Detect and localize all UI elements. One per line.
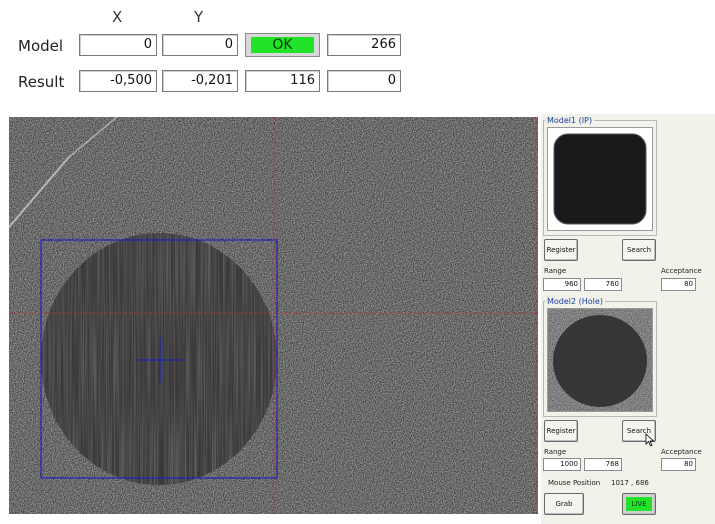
status-ok-label: OK bbox=[251, 37, 314, 53]
live-button[interactable]: LIVE bbox=[622, 493, 656, 515]
mouse-position-value: 1017 , 686 bbox=[611, 479, 649, 487]
model1-search-button[interactable]: Search bbox=[622, 239, 656, 261]
model1-acceptance-label: Acceptance bbox=[661, 267, 702, 275]
live-indicator: LIVE bbox=[626, 497, 652, 511]
model1-range-label: Range bbox=[544, 267, 567, 275]
model2-range-label: Range bbox=[544, 448, 567, 456]
model1-thumbnail bbox=[547, 127, 653, 231]
model2-register-button[interactable]: Register bbox=[544, 420, 578, 442]
result-value-field[interactable]: 0 bbox=[327, 70, 401, 92]
model2-thumbnail bbox=[547, 308, 653, 412]
mouse-position-label: Mouse Position bbox=[548, 479, 601, 487]
model-value-field[interactable]: 266 bbox=[327, 34, 401, 56]
model1-range-max[interactable]: 760 bbox=[584, 278, 622, 291]
result-x-field[interactable]: -0,500 bbox=[79, 70, 157, 92]
model1-register-button[interactable]: Register bbox=[544, 239, 578, 261]
grab-button[interactable]: Grab bbox=[544, 493, 584, 515]
camera-image bbox=[9, 117, 538, 514]
model1-range-min[interactable]: 960 bbox=[543, 278, 581, 291]
x-column-header: X bbox=[112, 8, 123, 26]
status-indicator: OK bbox=[245, 33, 320, 57]
model1-title: Model1 (IP) bbox=[545, 116, 595, 125]
result-score-field[interactable]: 116 bbox=[245, 70, 320, 92]
camera-image-viewer[interactable] bbox=[9, 117, 538, 514]
model2-acceptance-field[interactable]: 80 bbox=[661, 458, 696, 471]
result-y-field[interactable]: -0,201 bbox=[162, 70, 238, 92]
y-column-header: Y bbox=[194, 8, 204, 26]
model2-range-max[interactable]: 768 bbox=[584, 458, 622, 471]
result-row-label: Result bbox=[18, 73, 65, 91]
mouse-cursor-icon bbox=[645, 433, 655, 447]
model-y-field[interactable]: 0 bbox=[162, 34, 238, 56]
model2-title: Model2 (Hole) bbox=[545, 297, 605, 306]
model1-acceptance-field[interactable]: 80 bbox=[661, 278, 696, 291]
control-panel: Model1 (IP) Register Search Range Accept… bbox=[541, 114, 715, 524]
model2-range-min[interactable]: 1000 bbox=[543, 458, 581, 471]
model-row-label: Model bbox=[18, 37, 64, 55]
model-x-field[interactable]: 0 bbox=[79, 34, 157, 56]
model2-acceptance-label: Acceptance bbox=[661, 448, 702, 456]
